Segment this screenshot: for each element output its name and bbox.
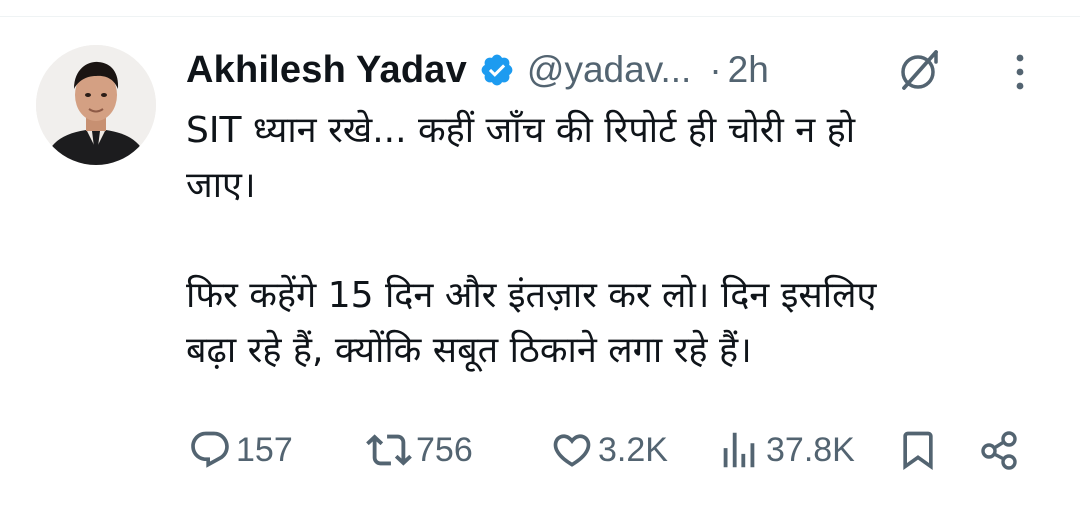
grok-icon[interactable] [896, 46, 944, 94]
bookmark-icon [896, 428, 940, 472]
tweet-text-line: फिर कहेंगे 15 दिन और इंतज़ार कर लो। दिन … [186, 275, 877, 316]
reply-count: 157 [236, 430, 293, 469]
verified-badge-icon [479, 52, 515, 88]
views-count: 37.8K [766, 430, 855, 469]
reply-icon [188, 428, 232, 472]
like-count: 3.2K [598, 430, 668, 469]
dot-separator: · [709, 49, 722, 90]
tweet-text-line: बढ़ा रहे हैं, क्योंकि सबूत ठिकाने लगा रह… [186, 330, 752, 371]
repost-count: 756 [416, 430, 473, 469]
share-icon [976, 427, 1022, 473]
repost-icon [366, 427, 412, 473]
tweet-header: Akhilesh Yadav @yadav... · 2h [186, 44, 769, 96]
tweet-text-line: जाए। [186, 165, 256, 206]
views-button[interactable]: 37.8K [716, 424, 855, 476]
repost-button[interactable]: 756 [366, 424, 473, 476]
like-icon [550, 428, 594, 472]
author-handle[interactable]: @yadav... [527, 49, 691, 91]
tweet-text-line: SIT ध्यान रखे... कहीं जाँच की रिपोर्ट ही… [186, 110, 856, 151]
bookmark-button[interactable] [896, 424, 940, 476]
avatar-image [36, 45, 156, 165]
tweet-text: SIT ध्यान रखे... कहीं जाँच की रिपोर्ट ही… [186, 103, 1046, 378]
views-icon [716, 427, 762, 473]
avatar[interactable] [36, 45, 156, 165]
share-button[interactable] [976, 424, 1022, 476]
author-name[interactable]: Akhilesh Yadav [186, 49, 467, 92]
like-button[interactable]: 3.2K [550, 424, 668, 476]
reply-button[interactable]: 157 [188, 424, 293, 476]
top-divider [0, 16, 1080, 17]
timestamp[interactable]: 2h [728, 49, 769, 91]
more-options-icon[interactable] [1006, 50, 1034, 94]
